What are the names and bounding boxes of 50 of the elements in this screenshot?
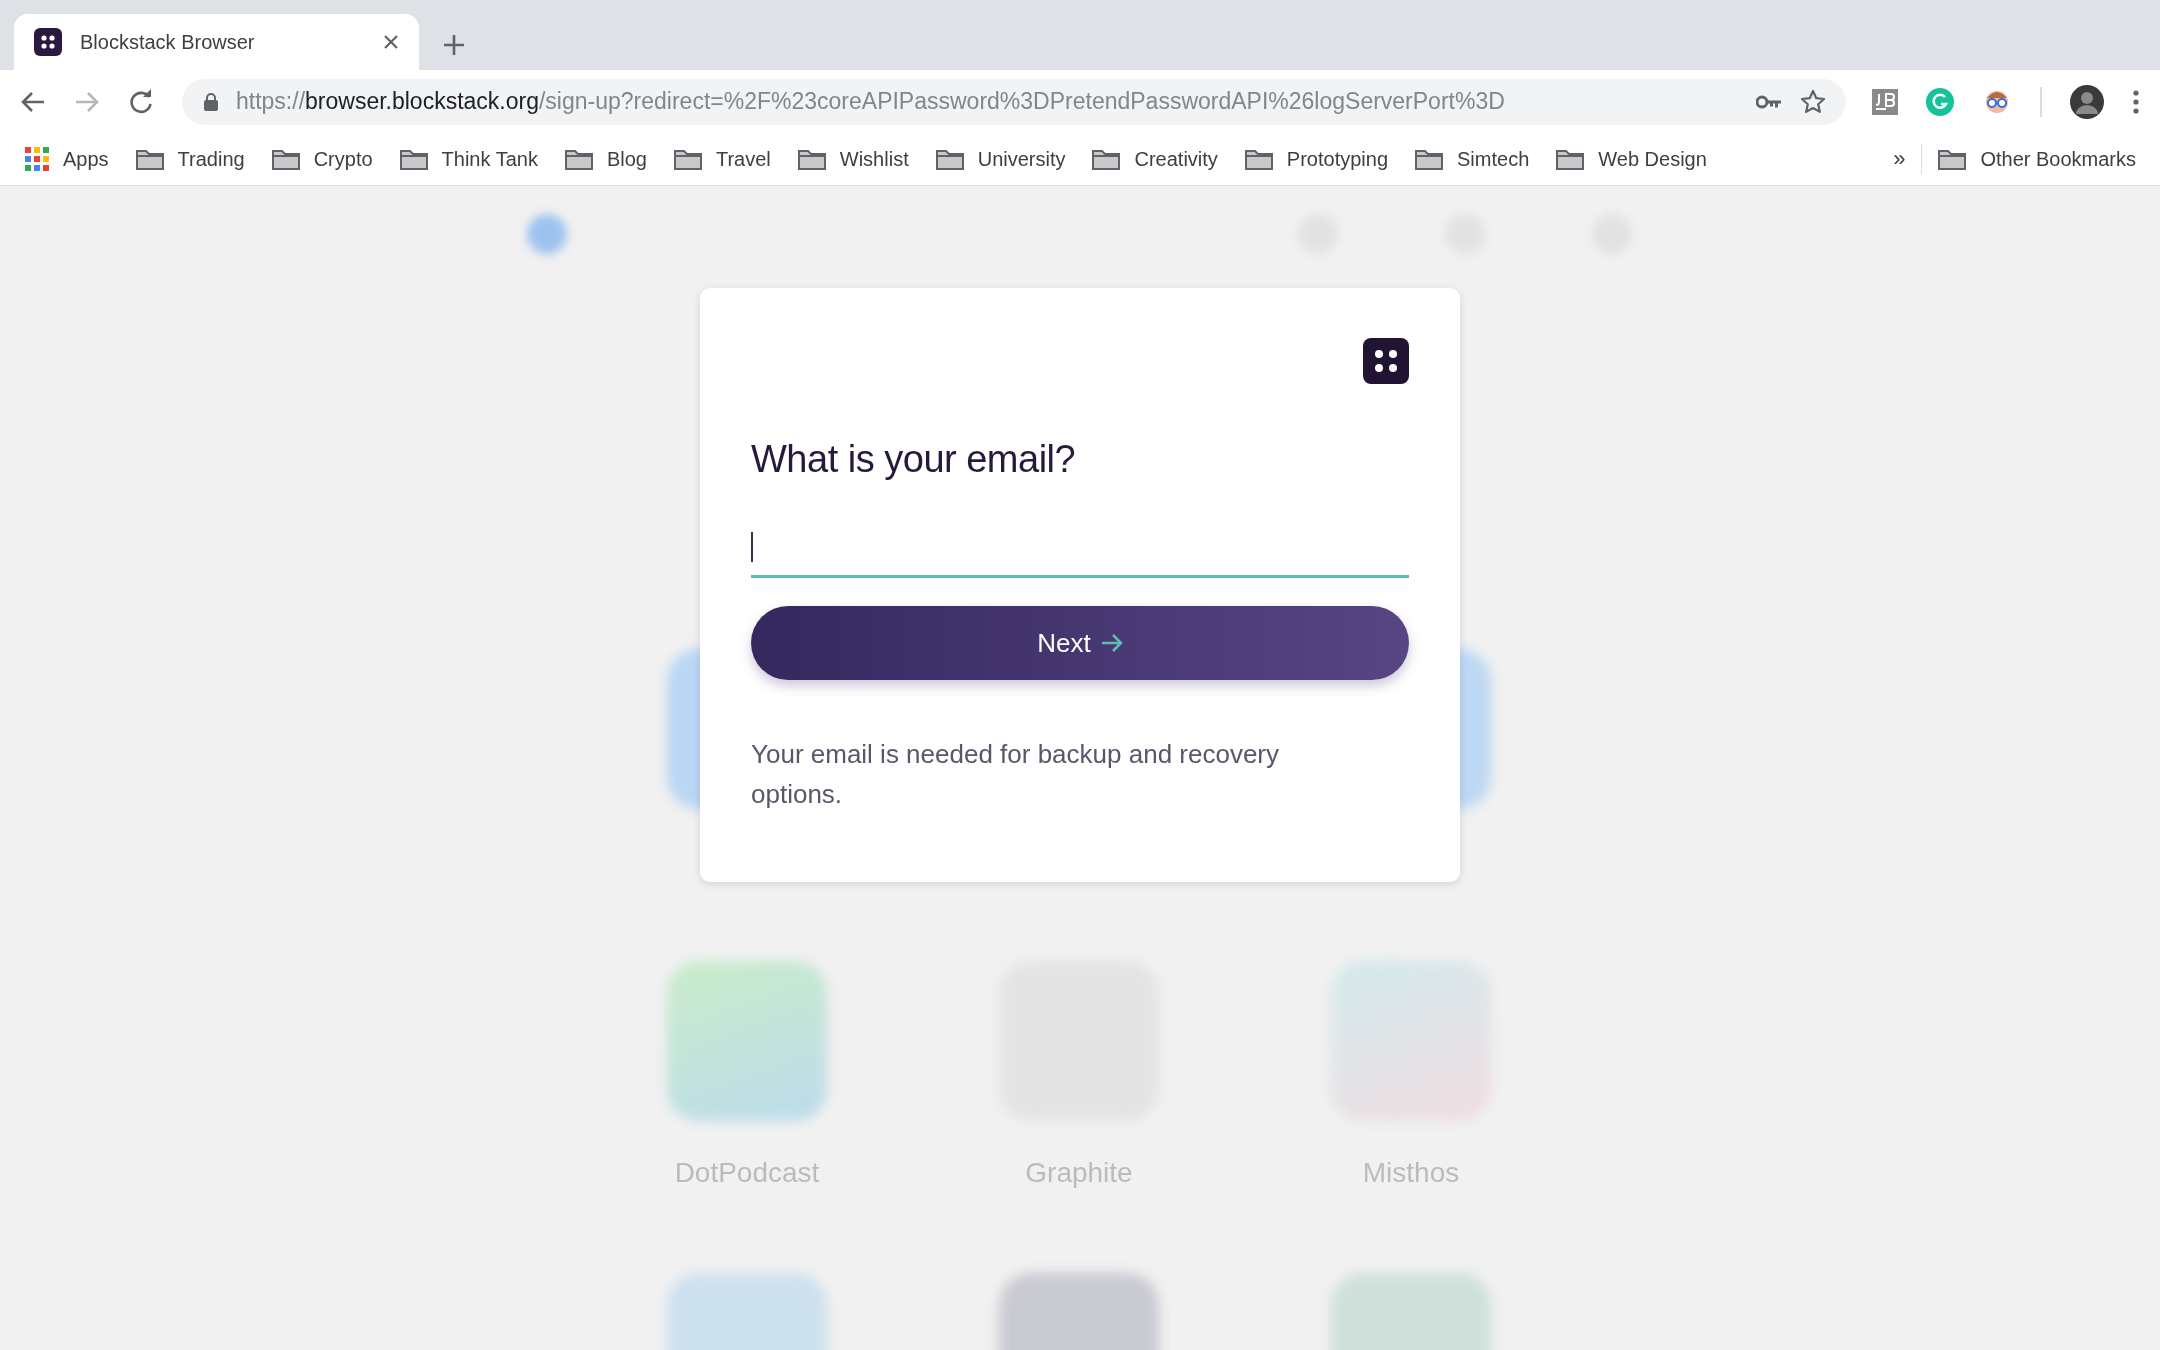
folder-icon [1244,148,1273,170]
reload-icon[interactable] [128,88,154,115]
forward-icon[interactable] [74,89,100,114]
blockstack-logo-icon [1363,338,1409,384]
menu-icon[interactable] [2132,89,2140,114]
more-bookmarks-button[interactable]: » [1893,146,1906,172]
nav-icon[interactable] [527,214,567,254]
url-text: https://browser.blockstack.org/sign-up?redirect=%2F%23coreAPIPassword%3DPretendPasswordAPI%26logServerPort%3D [236,88,1506,115]
apps-grid-icon [25,147,49,171]
folder-icon [135,148,164,170]
bookmark-folder[interactable]: Creativity [1092,147,1218,171]
bookmark-folder[interactable]: Prototyping [1244,147,1388,171]
folder-icon [1092,148,1121,170]
avatar-icon[interactable] [2070,84,2104,119]
address-bar[interactable]: https://browser.blockstack.org/sign-up?redirect=%2F%23coreAPIPassword%3DPretendPasswordAPI%26logServerPort%3D [182,78,1846,125]
apps-shortcut[interactable]: Apps [25,147,109,171]
folder-icon [1938,148,1967,170]
folder-icon [935,148,964,170]
folder-icon [797,148,826,170]
arrow-right-icon [1100,633,1123,653]
back-icon[interactable] [20,89,46,114]
bookmark-folder[interactable]: Blog [564,147,647,171]
close-icon[interactable] [383,34,399,50]
bookmark-folder[interactable]: University [935,147,1066,171]
folder-icon [1415,148,1443,170]
extension-icon[interactable] [1872,88,1898,115]
email-note: Your email is needed for backup and recovery options. [751,738,1281,811]
bookmark-folder[interactable]: Travel [673,147,771,171]
blockstack-logo-icon [34,28,62,56]
folder-icon [399,148,428,170]
folder-icon [271,148,300,170]
bookmark-folder[interactable]: Crypto [271,147,373,171]
app-icon[interactable] [667,961,827,1121]
folder-icon [564,148,593,170]
browser-tab[interactable]: Blockstack Browser [14,14,419,70]
dialog-heading: What is your email? [751,438,1077,481]
star-icon[interactable] [1800,88,1826,115]
bookmark-folder[interactable]: Other Bookmarks [1938,147,2136,171]
next-button[interactable]: Next [751,606,1409,680]
grammar-extension-icon[interactable] [1926,87,1954,116]
lock-icon [204,92,218,111]
bookmark-folder[interactable]: Trading [135,147,245,171]
bookmark-folder[interactable]: Web Design [1556,147,1707,171]
new-tab-icon[interactable] [443,34,465,56]
bookmark-folder[interactable]: Think Tank [399,147,538,171]
key-icon[interactable] [1756,94,1782,109]
bookmark-folder[interactable]: Wishlist [797,147,909,171]
folder-icon [1556,148,1585,170]
bookmark-folder[interactable]: Simtech [1415,147,1530,171]
folder-icon [673,148,702,170]
